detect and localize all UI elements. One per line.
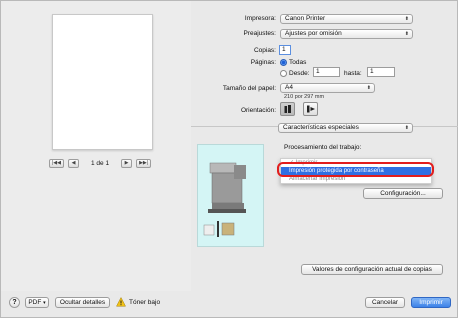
section-select[interactable]: Características especiales ⬍ <box>278 123 413 133</box>
first-page-button[interactable]: |◀◀ <box>49 159 64 168</box>
section-value: Características especiales <box>283 124 359 131</box>
bottom-bar: ? PDF ▾ Ocultar detalles Tóner bajo Canc… <box>1 291 458 319</box>
printer-select[interactable]: Canon Printer ⬍ <box>280 14 413 24</box>
pages-to-field[interactable]: 1 <box>367 67 395 77</box>
orientation-landscape-button[interactable] <box>303 102 318 116</box>
highlight-callout <box>277 162 434 177</box>
presets-label: Preajustes: <box>243 30 276 37</box>
page-navigator: |◀◀ ◀ 1 de 1 ▶ ▶▶| <box>49 158 155 169</box>
portrait-icon <box>284 105 291 113</box>
presets-select[interactable]: Ajustes por omisión ⬍ <box>280 29 413 39</box>
updown-icon: ⬍ <box>404 16 409 22</box>
copy-defaults-button[interactable]: Valores de configuración actual de copia… <box>301 264 443 275</box>
orientation-label: Orientación: <box>240 107 276 114</box>
landscape-icon <box>306 105 315 113</box>
presets-value: Ajustes por omisión <box>285 30 342 37</box>
print-button[interactable]: Imprimir <box>411 297 451 308</box>
updown-icon: ⬍ <box>404 31 409 37</box>
copier-icon <box>203 162 246 237</box>
chevron-down-icon: ▾ <box>43 300 46 306</box>
page-counter: 1 de 1 <box>91 160 110 167</box>
updown-icon: ⬍ <box>366 85 371 91</box>
pages-all-label: Todas <box>289 59 307 66</box>
preview-page <box>52 14 153 150</box>
copies-field[interactable]: 1 <box>279 45 291 55</box>
hide-details-button[interactable]: Ocultar detalles <box>55 297 110 308</box>
copies-label: Copias: <box>253 47 276 54</box>
pages-all-radio[interactable] <box>280 59 287 66</box>
pages-to-label: hasta: <box>344 70 362 77</box>
paper-size-value: A4 <box>285 84 293 91</box>
cancel-button[interactable]: Cancelar <box>365 297 405 308</box>
config-button[interactable]: Configuración... <box>363 188 443 199</box>
pdf-label: PDF <box>28 299 42 306</box>
pages-from-label: Desde: <box>289 70 310 77</box>
help-button[interactable]: ? <box>9 297 20 308</box>
printer-label: Impresora: <box>244 15 276 22</box>
next-page-button[interactable]: ▶ <box>121 159 133 168</box>
print-dialog: |◀◀ ◀ 1 de 1 ▶ ▶▶| Impresora: Canon Prin… <box>0 0 458 318</box>
paper-size-select[interactable]: A4 ⬍ <box>280 83 375 93</box>
paper-size-label: Tamaño del papel: <box>222 85 276 92</box>
pdf-menu-button[interactable]: PDF ▾ <box>25 297 49 308</box>
device-image-panel <box>197 144 264 247</box>
orientation-portrait-button[interactable] <box>280 102 295 116</box>
warning-icon <box>116 297 126 307</box>
last-page-button[interactable]: ▶▶| <box>136 159 152 168</box>
job-processing-label: Procesamiento del trabajo: <box>284 144 362 151</box>
pages-from-field[interactable]: 1 <box>313 67 340 77</box>
toner-warning-text: Tóner bajo <box>129 299 161 306</box>
pages-label: Páginas: <box>250 59 276 66</box>
paper-dimensions: 210 por 297 mm <box>284 94 325 100</box>
preview-area: |◀◀ ◀ 1 de 1 ▶ ▶▶| <box>1 1 191 291</box>
printer-value: Canon Printer <box>285 15 326 22</box>
updown-icon: ⬍ <box>404 125 409 131</box>
pages-range-radio[interactable] <box>280 70 287 77</box>
prev-page-button[interactable]: ◀ <box>68 159 79 168</box>
